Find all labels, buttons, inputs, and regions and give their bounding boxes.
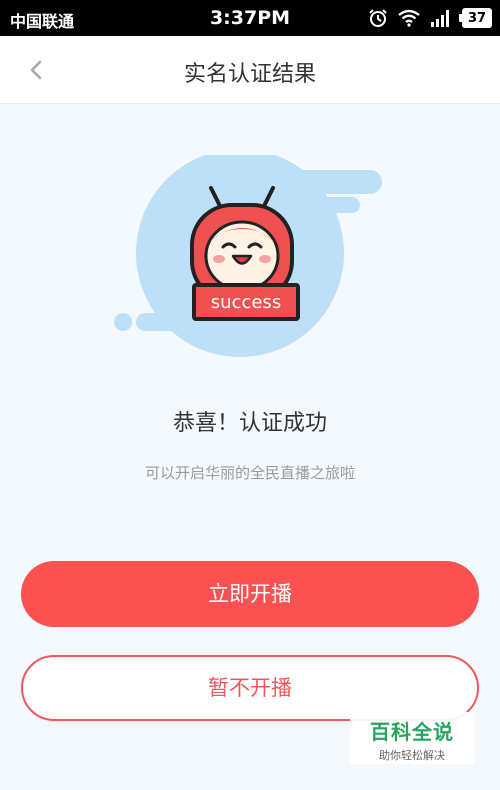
success-illustration: success (114, 155, 382, 357)
alarm-icon (369, 9, 387, 27)
backdrop-cloud-top (262, 170, 382, 194)
success-label: success (211, 292, 281, 313)
result-title: 恭喜！认证成功 (172, 411, 327, 436)
status-icons: 37 (368, 7, 492, 29)
status-bar: 中国联通 3:37PM 37 (0, 0, 500, 36)
page-title: 实名认证结果 (183, 62, 316, 87)
result-subtitle: 可以开启华丽的全民直播之旅啦 (144, 464, 355, 482)
watermark-logo: 百科全说 助你轻松解决 (350, 712, 474, 764)
watermark-title: 百科全说 (370, 720, 454, 744)
watermark-subtitle: 助你轻松解决 (379, 749, 445, 762)
backdrop-cloud-mid (290, 197, 360, 213)
wifi-icon (398, 9, 420, 27)
backdrop-dot (114, 313, 132, 331)
nav-bar: 实名认证结果 (0, 36, 500, 104)
start-live-button[interactable]: 立即开播 (21, 561, 479, 627)
battery-icon: 37 (459, 8, 492, 28)
signal-icon (431, 10, 449, 27)
